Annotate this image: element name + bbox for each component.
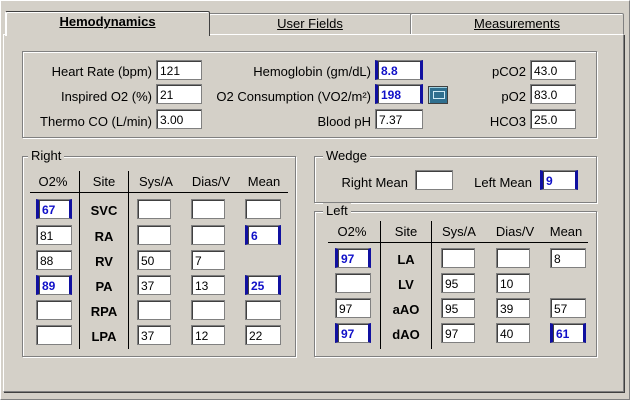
left-col-divider — [431, 221, 432, 349]
right-site-lpa: LPA — [91, 329, 117, 344]
left-col-o2: O2% — [337, 224, 367, 239]
right-col-sys: Sys/A — [139, 174, 173, 189]
left-sys-la[interactable] — [441, 248, 475, 268]
left-o2-la[interactable]: 97 — [335, 248, 371, 268]
left-mean-aao[interactable]: 57 — [550, 298, 586, 318]
left-site-lv: LV — [398, 277, 414, 292]
left-mean-label: Left Mean — [474, 175, 532, 190]
right-o2-rv[interactable]: 88 — [36, 250, 72, 270]
left-dias-lv[interactable]: 10 — [496, 273, 530, 293]
right-dias-lpa[interactable]: 12 — [191, 325, 225, 345]
wedge-right-mean-input[interactable] — [415, 170, 453, 190]
left-site-dao: dAO — [392, 327, 420, 342]
inspired-o2-label: Inspired O2 (%) — [60, 89, 152, 104]
po2-input[interactable]: 83.0 — [530, 84, 576, 104]
hco3-input[interactable]: 25.0 — [530, 109, 576, 129]
right-mean-svc[interactable] — [245, 199, 281, 219]
left-group-title: Left — [323, 203, 351, 218]
thermo-co-label: Thermo CO (L/min) — [40, 114, 152, 129]
right-sys-lpa[interactable]: 37 — [137, 325, 171, 345]
pco2-input[interactable]: 43.0 — [530, 60, 576, 80]
o2-consumption-label: O2 Consumption (VO2/m²) — [216, 89, 371, 104]
left-o2-lv[interactable] — [335, 273, 371, 293]
pco2-label: pCO2 — [492, 64, 526, 79]
left-site-la: LA — [397, 252, 415, 267]
right-mean-ra[interactable]: 6 — [245, 225, 281, 245]
right-o2-ra[interactable]: 81 — [36, 225, 72, 245]
blood-ph-input[interactable]: 7.37 — [375, 109, 423, 129]
right-o2-rpa[interactable] — [36, 300, 72, 320]
tab-label: Hemodynamics — [59, 14, 156, 29]
right-col-divider — [128, 171, 129, 349]
right-mean-lpa[interactable]: 22 — [245, 325, 281, 345]
tab-measurements[interactable]: Measurements — [410, 13, 624, 34]
left-o2-dao[interactable]: 97 — [335, 323, 371, 343]
hemoglobin-label: Hemoglobin (gm/dL) — [253, 64, 371, 79]
right-site-pa: PA — [95, 279, 113, 294]
right-sys-rv[interactable]: 50 — [137, 250, 171, 270]
left-sys-aao[interactable]: 95 — [441, 298, 475, 318]
right-dias-rv[interactable]: 7 — [191, 250, 225, 270]
right-o2-svc[interactable]: 67 — [36, 199, 72, 219]
right-dias-ra[interactable] — [191, 225, 225, 245]
left-col-sys: Sys/A — [442, 224, 476, 239]
right-col-dias: Dias/V — [191, 174, 231, 189]
blood-ph-label: Blood pH — [317, 114, 371, 129]
wedge-left-mean-input[interactable]: 9 — [540, 170, 578, 190]
right-o2-pa[interactable]: 89 — [36, 275, 72, 295]
heart-rate-label: Heart Rate (bpm) — [51, 64, 152, 79]
hco3-label: HCO3 — [489, 114, 526, 129]
right-o2-lpa[interactable] — [36, 325, 72, 345]
left-dias-la[interactable] — [496, 248, 530, 268]
right-sys-pa[interactable]: 37 — [137, 275, 171, 295]
tab-label: Measurements — [474, 16, 560, 31]
right-col-mean: Mean — [247, 174, 281, 189]
left-o2-aao[interactable]: 97 — [335, 298, 371, 318]
o2-consumption-input[interactable]: 198 — [375, 84, 423, 104]
right-mean-pa[interactable]: 25 — [245, 275, 281, 295]
left-dias-dao[interactable]: 40 — [496, 323, 530, 343]
left-mean-dao[interactable]: 61 — [550, 323, 586, 343]
right-mean-rpa[interactable] — [245, 300, 281, 320]
right-dias-rpa[interactable] — [191, 300, 225, 320]
left-col-dias: Dias/V — [495, 224, 535, 239]
left-col-mean: Mean — [549, 224, 583, 239]
left-col-divider — [380, 221, 381, 349]
right-site-svc: SVC — [90, 203, 118, 218]
right-sys-ra[interactable] — [137, 225, 171, 245]
left-col-site: Site — [394, 224, 418, 239]
tab-user-fields[interactable]: User Fields — [208, 13, 412, 34]
calculator-icon[interactable] — [428, 86, 448, 104]
left-site-aao: aAO — [392, 302, 420, 317]
po2-label: pO2 — [501, 89, 526, 104]
right-sys-rpa[interactable] — [137, 300, 171, 320]
right-col-divider — [79, 171, 80, 349]
right-col-site: Site — [92, 174, 116, 189]
left-mean-la[interactable]: 8 — [550, 248, 586, 268]
thermo-co-input[interactable]: 3.00 — [156, 109, 202, 129]
left-dias-aao[interactable]: 39 — [496, 298, 530, 318]
left-sys-lv[interactable]: 95 — [441, 273, 475, 293]
right-dias-svc[interactable] — [191, 199, 225, 219]
right-group-title: Right — [28, 148, 65, 163]
tab-hemodynamics[interactable]: Hemodynamics — [5, 11, 210, 36]
left-header-divider — [328, 242, 588, 243]
tab-label: User Fields — [277, 16, 343, 31]
right-site-rv: RV — [95, 254, 113, 269]
left-sys-dao[interactable]: 97 — [441, 323, 475, 343]
wedge-group-title: Wedge — [323, 148, 370, 163]
right-col-o2: O2% — [38, 174, 68, 189]
right-site-ra: RA — [94, 229, 114, 244]
right-dias-pa[interactable]: 13 — [191, 275, 225, 295]
right-sys-svc[interactable] — [137, 199, 171, 219]
heart-rate-input[interactable]: 121 — [156, 60, 202, 80]
right-mean-label: Right Mean — [341, 175, 408, 190]
right-site-rpa: RPA — [90, 304, 118, 319]
hemoglobin-input[interactable]: 8.8 — [375, 60, 423, 80]
right-header-divider — [30, 192, 288, 193]
